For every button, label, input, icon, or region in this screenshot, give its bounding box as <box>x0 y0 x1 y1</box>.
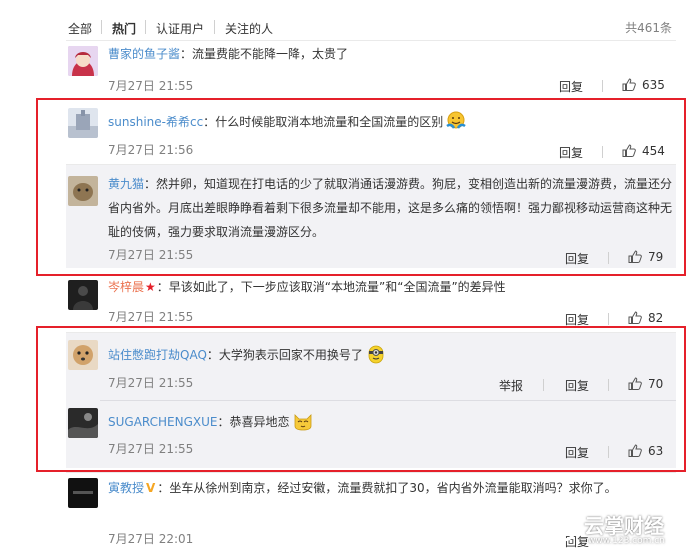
avatar[interactable] <box>68 478 98 508</box>
comment-text: 坐车从徐州到南京，经过安徽，流量费就扣了30，省内省外流量能取消吗？求你了。 <box>169 481 617 495</box>
action-divider <box>602 80 603 92</box>
username-link[interactable]: 岑梓晨 <box>108 280 144 294</box>
comment-time: 7月27日 21:55 <box>108 79 194 93</box>
tab-following[interactable]: 关注的人 <box>225 20 273 37</box>
tab-divider <box>101 20 102 34</box>
avatar[interactable] <box>68 46 98 76</box>
comment-content: 寅教授 V ：坐车从徐州到南京，经过安徽，流量费就扣了30，省内省外流量能取消吗？求… <box>108 481 617 495</box>
watermark-url: www.123.com.cn <box>588 536 665 546</box>
comment-time: 7月27日 21:55 <box>108 310 194 324</box>
tab-hot[interactable]: 热门 <box>112 20 136 37</box>
highlight-box <box>36 98 686 276</box>
star-badge-icon: ★ <box>145 280 156 294</box>
comment-content: 曹家的鱼子酱：流量费能不能降一降，太贵了 <box>108 47 349 61</box>
like-count: 635 <box>642 78 665 92</box>
watermark: 云掌财经 www.123.com.cn <box>528 500 688 556</box>
username-link[interactable]: 寅教授 <box>108 481 144 495</box>
comment-content: 岑梓晨★：早该如此了，下一步应该取消“本地流量”和“全国流量”的差异性 <box>108 280 506 294</box>
tab-divider <box>214 20 215 34</box>
highlight-box <box>36 326 686 472</box>
avatar[interactable] <box>68 280 98 310</box>
divider <box>66 472 676 473</box>
comment-text: 早该如此了，下一步应该取消“本地流量”和“全国流量”的差异性 <box>168 280 506 294</box>
watermark-name: 云掌财经 <box>584 514 664 538</box>
action-divider <box>608 313 609 325</box>
comment-count: 共461条 <box>625 21 672 35</box>
like-button[interactable]: 82 <box>628 311 663 325</box>
verified-badge-icon: V <box>146 481 156 495</box>
like-count: 82 <box>648 311 664 325</box>
thumbs-up-icon <box>628 311 642 324</box>
comment-text: 流量费能不能降一降，太贵了 <box>192 47 349 61</box>
like-button[interactable]: 635 <box>622 78 665 92</box>
reply-button[interactable]: 回复 <box>559 78 583 95</box>
comment-time: 7月27日 22:01 <box>108 532 194 546</box>
username-link[interactable]: 曹家的鱼子酱 <box>108 47 180 61</box>
divider <box>66 40 676 41</box>
watermark-logo-icon <box>538 512 576 542</box>
tab-verified-users[interactable]: 认证用户 <box>156 20 204 37</box>
tab-all[interactable]: 全部 <box>68 20 92 37</box>
thumbs-up-icon <box>622 78 636 91</box>
tab-divider <box>145 20 146 34</box>
